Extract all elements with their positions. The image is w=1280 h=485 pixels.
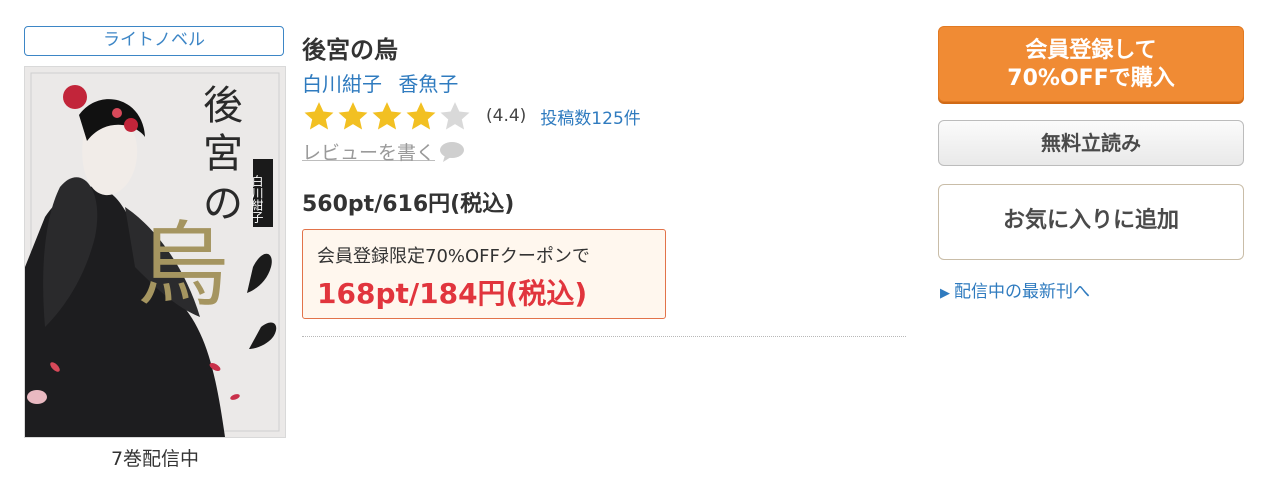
star-rating	[302, 100, 472, 132]
speech-bubble-icon	[440, 141, 465, 162]
free-preview-button[interactable]: 無料立読み	[938, 120, 1244, 166]
book-cover[interactable]: 後 宮 の 烏 白川紺子	[24, 66, 286, 438]
star-filled-icon	[338, 102, 368, 130]
book-title[interactable]: 後宮の烏	[302, 30, 398, 65]
volumes-available: 7巻配信中	[110, 448, 200, 470]
play-triangle-icon: ▶	[940, 286, 950, 301]
write-review-label: レビューを書く	[302, 142, 436, 164]
divider	[302, 336, 906, 337]
star-filled-icon	[406, 102, 436, 130]
cover-art: 後 宮 の 烏 白川紺子	[25, 67, 285, 437]
star-filled-icon	[304, 102, 334, 130]
add-favorite-button[interactable]: お気に入りに追加	[938, 184, 1244, 260]
star-filled-icon	[372, 102, 402, 130]
star-empty-icon	[440, 102, 470, 130]
author-list: 白川紺子 香魚子	[302, 68, 468, 97]
cover-title-large: 烏	[137, 212, 229, 319]
coupon-price: 168pt/184円(税込)	[317, 277, 588, 310]
buy-button-line1: 会員登録して	[1025, 38, 1157, 63]
latest-volume-link[interactable]: ▶ 配信中の最新刊へ	[940, 277, 1090, 302]
buy-button-line2: 70%OFFで購入	[1007, 66, 1175, 91]
coupon-label: 会員登録限定70%OFFクーポンで	[317, 246, 590, 267]
genre-tag[interactable]: ライトノベル	[24, 26, 284, 56]
author-link[interactable]: 白川紺子	[302, 72, 382, 96]
write-review-link[interactable]: レビューを書く	[302, 138, 465, 165]
cover-title-char-2: 宮	[203, 131, 243, 177]
illustrator-link[interactable]: 香魚子	[398, 72, 458, 96]
price: 560pt/616円(税込)	[302, 192, 515, 217]
cover-author: 白川紺子	[250, 174, 264, 223]
rating-value: (4.4)	[486, 106, 527, 126]
latest-volume-label: 配信中の最新刊へ	[954, 282, 1090, 302]
cover-title-char-1: 後	[203, 83, 243, 129]
coupon-box: 会員登録限定70%OFFクーポンで 168pt/184円(税込)	[302, 229, 666, 319]
rating: (4.4) 投稿数125件	[302, 100, 641, 132]
review-count-link[interactable]: 投稿数125件	[540, 104, 640, 129]
register-and-buy-button[interactable]: 会員登録して 70%OFFで購入	[938, 26, 1244, 102]
